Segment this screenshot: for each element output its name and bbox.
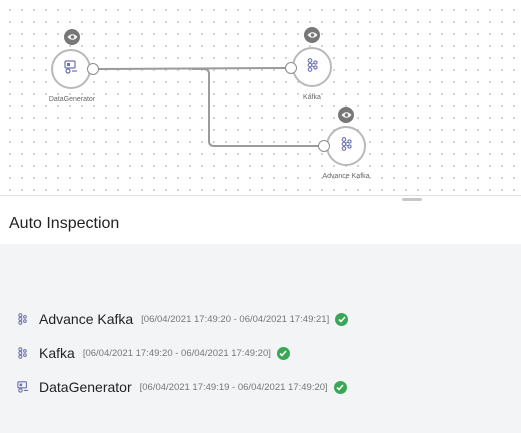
timestamp-range: [06/04/2021 17:49:20 - 06/04/2021 17:49:… [82, 347, 271, 359]
list-item[interactable]: Advance Kafka [06/04/2021 17:49:20 - 06/… [17, 302, 349, 336]
preview-eye-icon[interactable] [64, 29, 80, 45]
input-port[interactable] [285, 62, 297, 74]
timestamp-range: [06/04/2021 17:49:19 - 06/04/2021 17:49:… [139, 381, 328, 393]
panel-divider [0, 195, 521, 196]
node-label: DataGenerator [48, 96, 96, 103]
panel-header: Auto Inspection [0, 202, 521, 244]
success-check-icon [276, 346, 290, 360]
inspection-results-panel: Advance Kafka [06/04/2021 17:49:20 - 06/… [0, 244, 521, 433]
input-port[interactable] [318, 140, 330, 152]
output-port[interactable] [87, 63, 99, 75]
kafka-icon [306, 57, 318, 77]
preview-eye-icon[interactable] [304, 27, 320, 43]
success-check-icon [333, 380, 347, 394]
node-advance-kafka[interactable] [326, 126, 366, 166]
panel-resize-handle[interactable] [402, 198, 422, 201]
stage-name: Kafka [39, 345, 75, 361]
stage-name: DataGenerator [39, 379, 132, 395]
node-kafka[interactable] [292, 47, 332, 87]
timestamp-range: [06/04/2021 17:49:20 - 06/04/2021 17:49:… [141, 313, 330, 325]
stage-name: Advance Kafka [39, 311, 134, 327]
node-datagenerator[interactable] [51, 49, 91, 89]
datagenerator-icon [64, 59, 78, 79]
pipeline-canvas[interactable]: DataGenerator Kafka Advance Kafka [0, 0, 521, 196]
list-item[interactable]: DataGenerator [06/04/2021 17:49:19 - 06/… [17, 370, 348, 404]
inspection-results-list: Advance Kafka [06/04/2021 17:49:20 - 06/… [17, 302, 349, 404]
node-label: Advance Kafka [322, 173, 370, 180]
kafka-icon [17, 312, 29, 326]
kafka-icon [17, 346, 29, 360]
kafka-icon [340, 136, 352, 156]
node-label: Kafka [303, 94, 321, 101]
datagenerator-icon [17, 380, 29, 394]
preview-eye-icon[interactable] [338, 107, 354, 123]
list-item[interactable]: Kafka [06/04/2021 17:49:20 - 06/04/2021 … [17, 336, 348, 370]
success-check-icon [335, 312, 349, 326]
panel-title: Auto Inspection [9, 215, 120, 232]
